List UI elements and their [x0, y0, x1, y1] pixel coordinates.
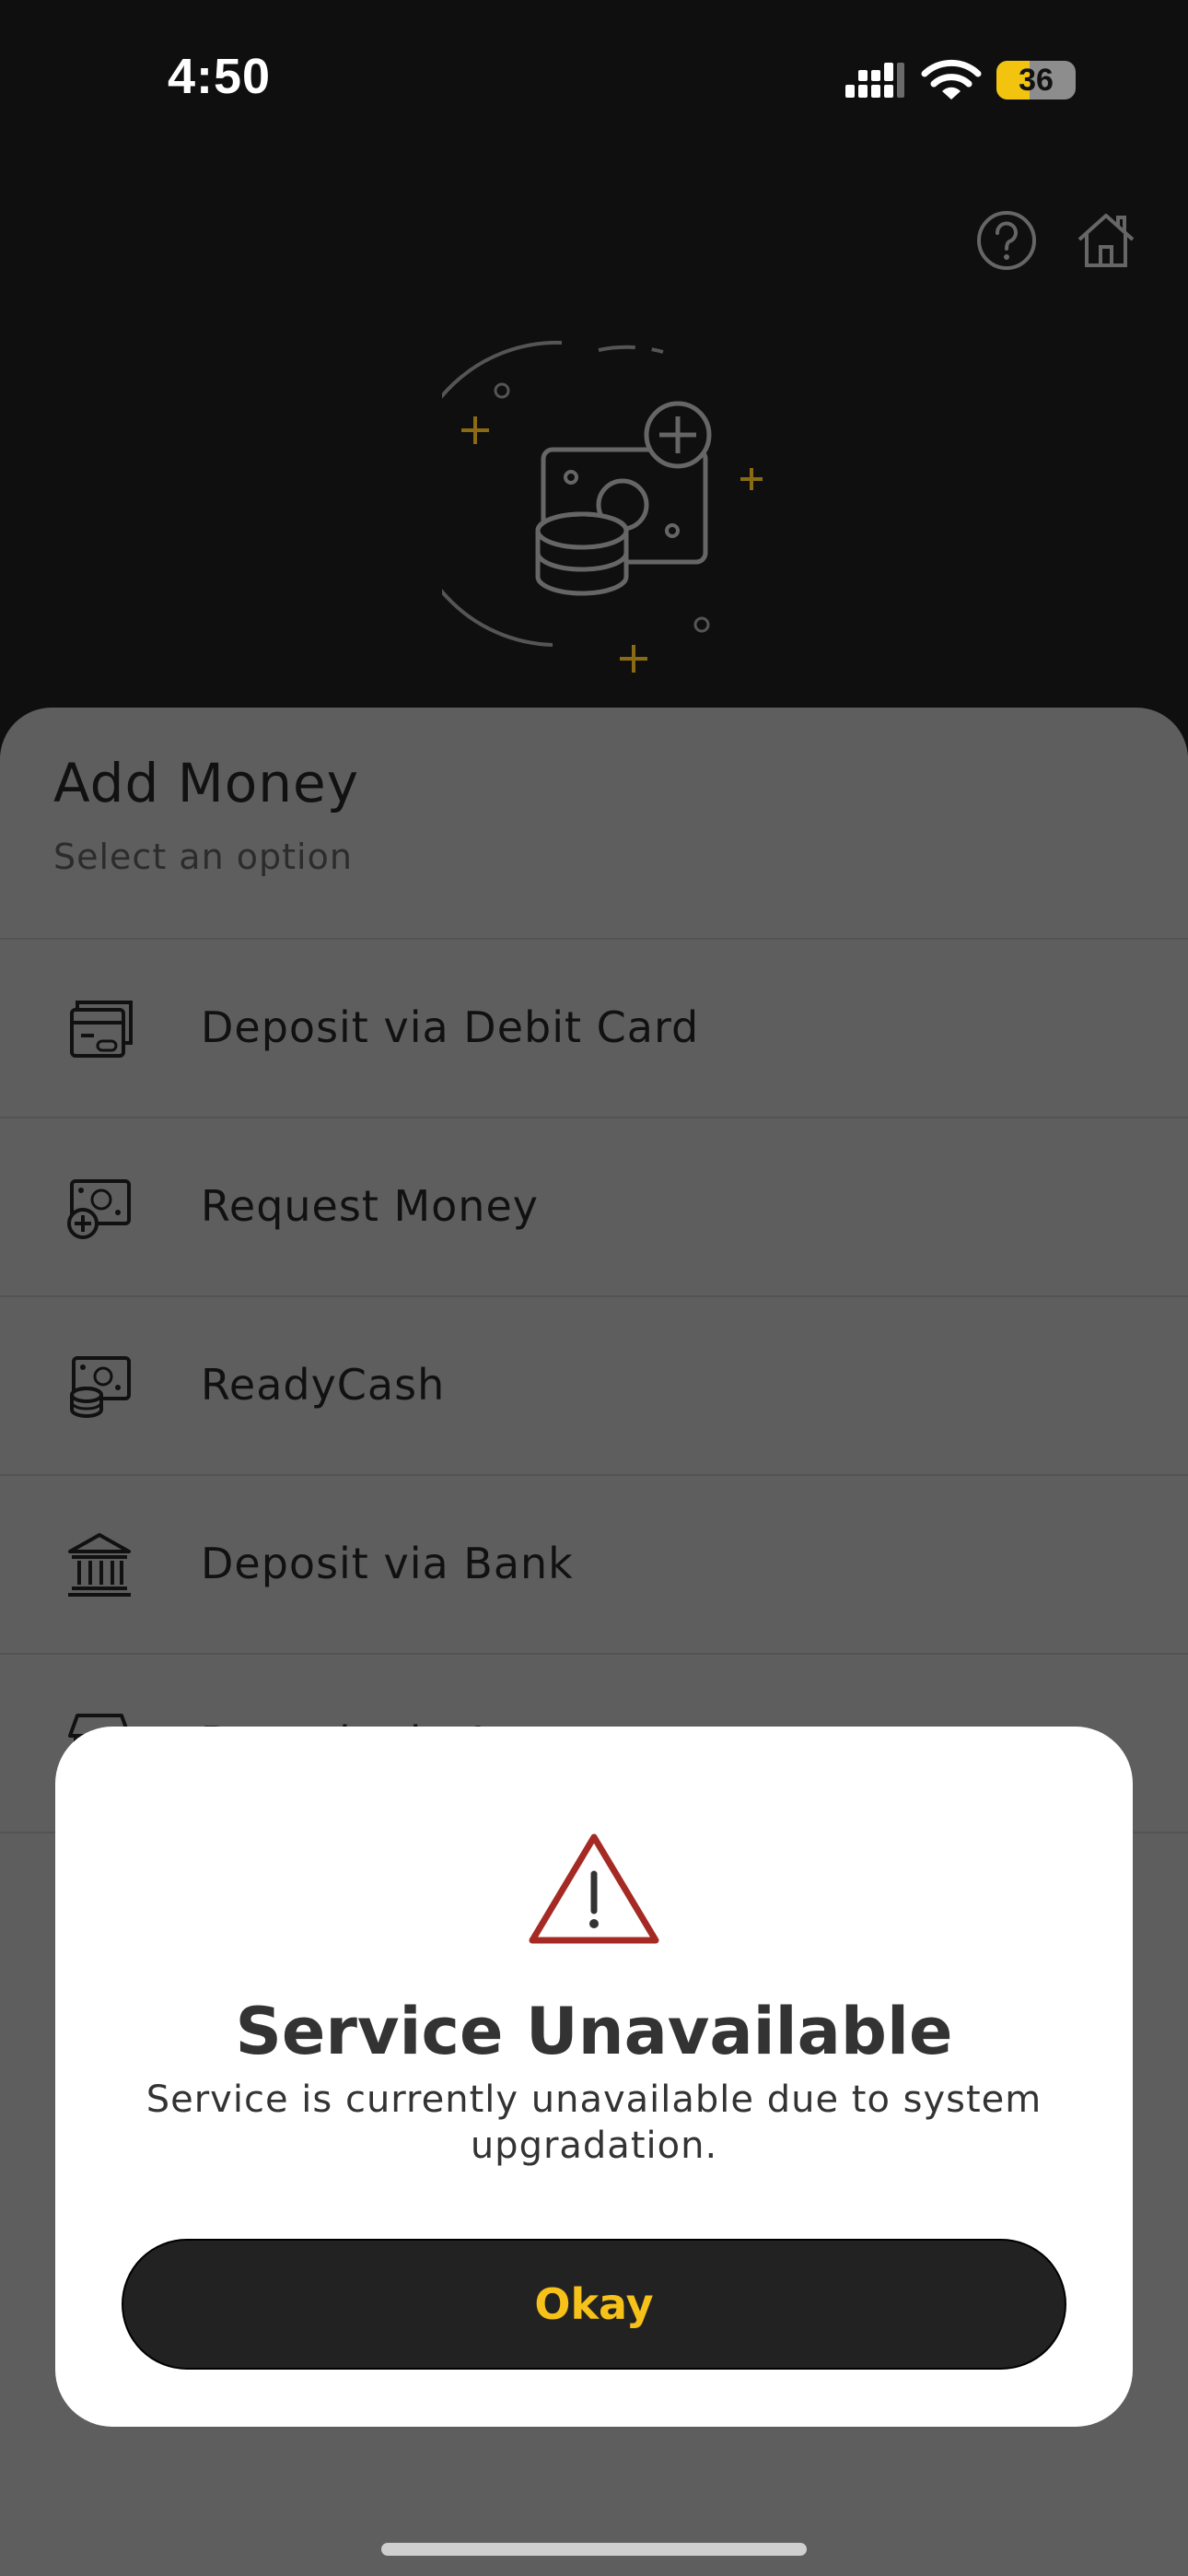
option-debit-card[interactable]: Deposit via Debit Card: [0, 938, 1188, 1117]
signal-icon: [845, 63, 904, 98]
request-money-icon: [67, 1179, 131, 1239]
warning-triangle-icon: [529, 1833, 659, 1944]
option-label: Request Money: [201, 1181, 539, 1231]
help-icon[interactable]: [974, 208, 1039, 273]
home-icon[interactable]: [1074, 208, 1138, 273]
options-list: Deposit via Debit Card Request Money Rea…: [0, 938, 1188, 1833]
sheet-title: Add Money: [53, 752, 360, 814]
option-request-money[interactable]: Request Money: [0, 1117, 1188, 1295]
header-area: 4:50 36: [0, 0, 1188, 755]
dialog-title: Service Unavailable: [235, 1994, 953, 2069]
status-time: 4:50: [168, 49, 272, 104]
option-label: Deposit via Bank: [201, 1539, 574, 1588]
card-icon: [70, 1001, 133, 1058]
okay-button[interactable]: Okay: [122, 2239, 1066, 2370]
option-bank[interactable]: Deposit via Bank: [0, 1474, 1188, 1653]
option-readycash[interactable]: ReadyCash: [0, 1295, 1188, 1474]
option-label: ReadyCash: [201, 1360, 446, 1410]
battery-level: 36: [1019, 63, 1054, 98]
service-unavailable-dialog: Service Unavailable Service is currently…: [55, 1727, 1133, 2427]
dialog-message: Service is currently unavailable due to …: [146, 2078, 1042, 2167]
cash-coins-icon: [70, 1356, 131, 1418]
home-indicator[interactable]: [381, 2543, 807, 2556]
add-money-illustration: [442, 340, 763, 673]
wifi-icon: [921, 59, 982, 100]
battery-icon: 36: [996, 61, 1076, 100]
bank-icon: [68, 1533, 131, 1597]
option-label: Deposit via Debit Card: [201, 1002, 700, 1052]
sheet-subtitle: Select an option: [53, 837, 353, 877]
